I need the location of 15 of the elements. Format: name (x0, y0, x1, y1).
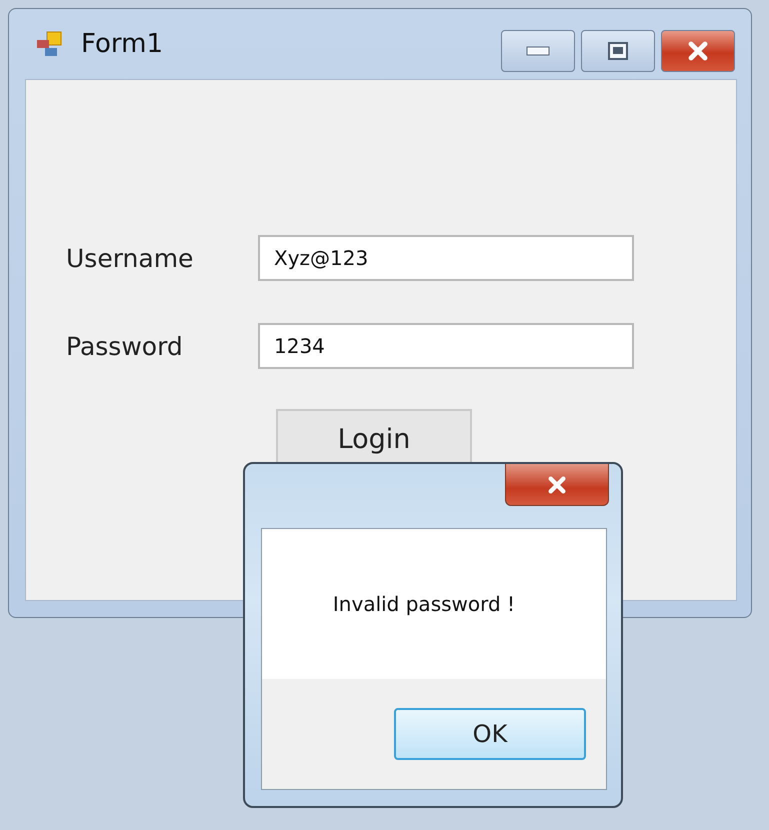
close-button[interactable] (661, 30, 735, 72)
field-label: Password (66, 332, 184, 360)
minimize-button[interactable] (501, 30, 575, 72)
field-label: Username (66, 244, 194, 272)
window-title: Form1 (81, 29, 164, 59)
ok-button[interactable]: OK (394, 708, 586, 760)
maximize-button[interactable] (581, 30, 655, 72)
maximize-icon (608, 42, 628, 60)
close-icon (548, 476, 566, 494)
close-button[interactable] (505, 464, 609, 506)
dialog-message: Invalid password ! (332, 592, 516, 616)
input-field[interactable]: 1234 (258, 323, 634, 369)
minimize-icon (526, 46, 550, 56)
input-field[interactable]: Xyz@123 (258, 235, 634, 281)
close-icon (688, 41, 708, 61)
